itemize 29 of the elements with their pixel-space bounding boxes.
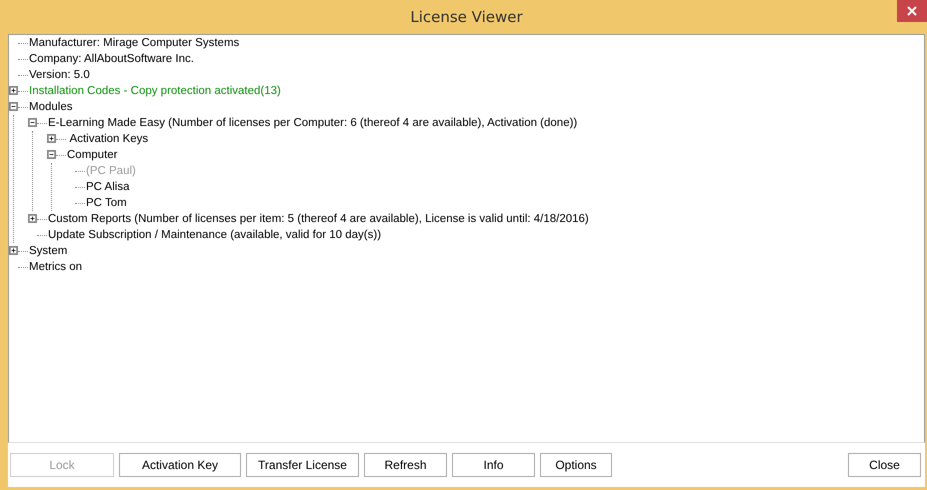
dialog-button[interactable]: Activation Key	[119, 453, 241, 477]
expand-icon[interactable]	[28, 214, 37, 223]
tree-item[interactable]: Installation Codes - Copy protection activated(13)	[28, 85, 282, 97]
tree-item[interactable]: E-Learning Made Easy (Number of licenses per Computer: 6 (thereof 4 are available), Activation (done))	[47, 117, 578, 129]
tree-item[interactable]: Version: 5.0	[28, 69, 91, 81]
expand-icon[interactable]	[47, 134, 56, 143]
window-title: License Viewer	[410, 8, 523, 26]
dialog-button[interactable]: Refresh	[364, 453, 447, 477]
tree-item[interactable]: Computer	[66, 149, 118, 161]
tree-item[interactable]: Custom Reports (Number of licenses per item: 5 (thereof 4 are available), License is valid until: 4/18/2016)	[47, 213, 590, 225]
dialog-button[interactable]: Close	[848, 453, 921, 477]
dialog-button[interactable]: Options	[540, 453, 612, 477]
expand-icon[interactable]	[9, 246, 18, 255]
close-icon[interactable]	[897, 0, 927, 22]
collapse-icon[interactable]	[9, 102, 18, 111]
tree-item[interactable]: PC Tom	[85, 197, 128, 209]
collapse-icon[interactable]	[47, 150, 56, 159]
tree-item[interactable]: Update Subscription / Maintenance (available, valid for 10 day(s))	[47, 229, 382, 241]
dialog-button[interactable]: Info	[452, 453, 535, 477]
expand-icon[interactable]	[9, 86, 18, 95]
tree-item[interactable]: Metrics on	[28, 261, 84, 273]
tree-item[interactable]: System	[28, 245, 68, 257]
tree-item[interactable]: Modules	[28, 101, 74, 113]
tree-item[interactable]: Manufacturer: Mirage Computer Systems	[28, 37, 240, 49]
collapse-icon[interactable]	[28, 118, 37, 127]
tree-item[interactable]: PC Alisa	[85, 181, 130, 193]
dialog-button[interactable]: Transfer License	[246, 453, 359, 477]
tree-item[interactable]: Activation Keys	[66, 133, 150, 145]
tree-item[interactable]: Company: AllAboutSoftware Inc.	[28, 53, 195, 65]
